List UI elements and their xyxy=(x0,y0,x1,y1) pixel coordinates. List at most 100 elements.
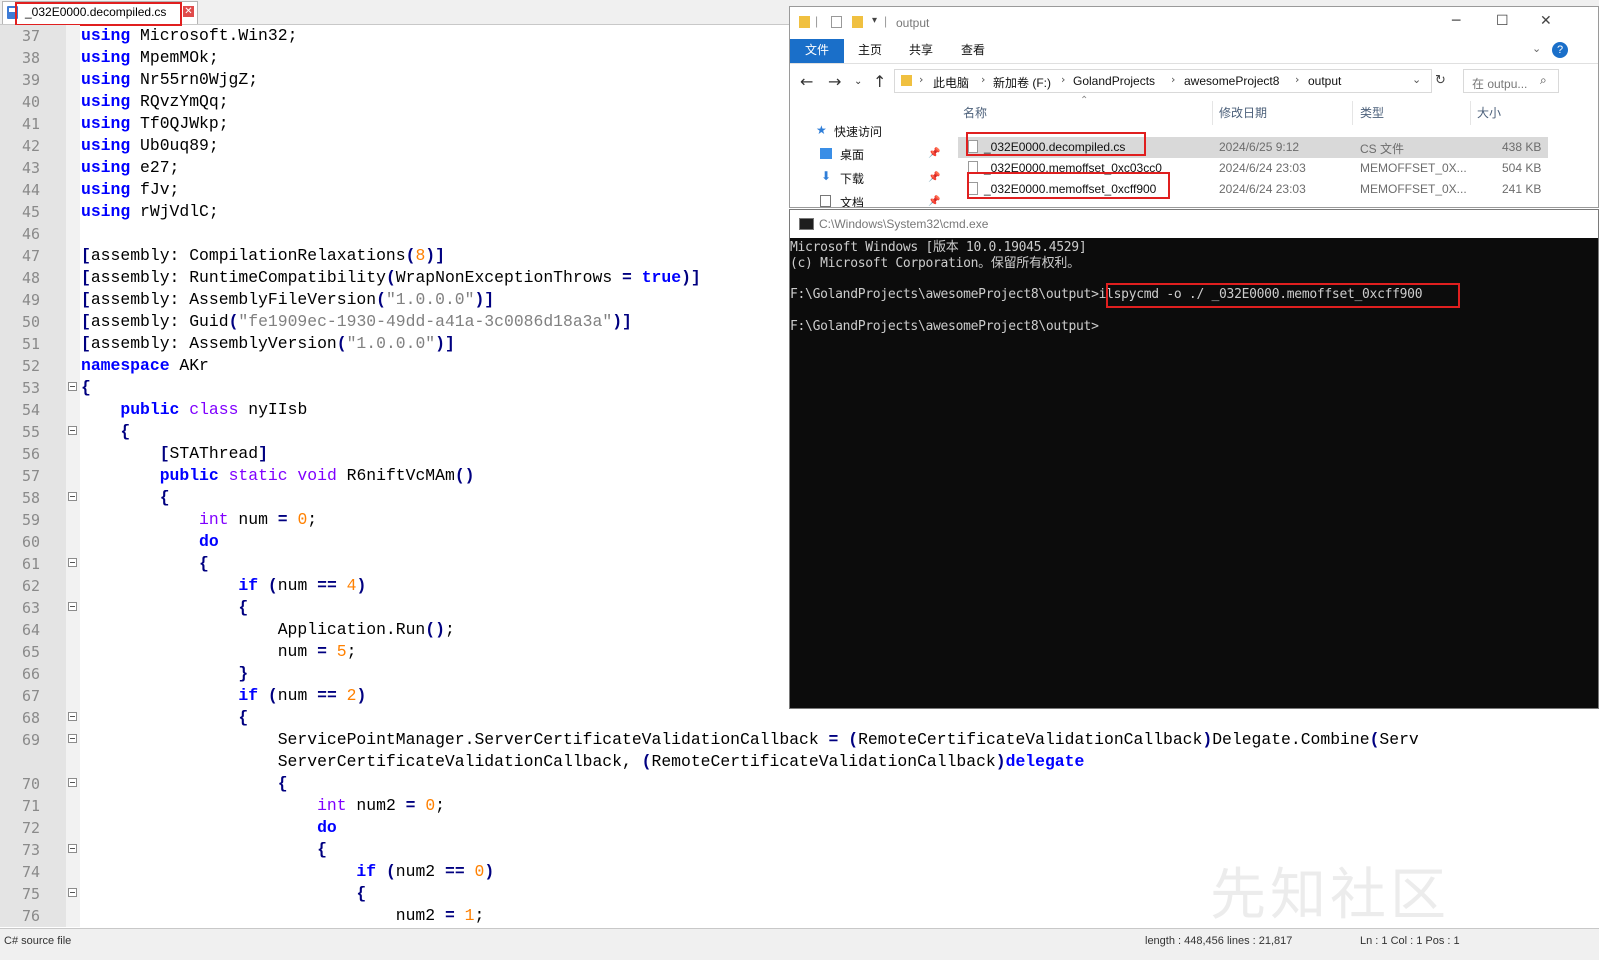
ribbon-expand-icon[interactable]: ⌄ xyxy=(1532,42,1541,55)
forward-arrow-icon[interactable]: → xyxy=(828,72,841,91)
code-token: [ xyxy=(81,312,91,331)
nav-downloads[interactable]: 下载 xyxy=(840,170,864,187)
fold-toggle-icon[interactable] xyxy=(68,778,77,787)
up-arrow-icon[interactable]: ↑ xyxy=(873,72,886,91)
column-type[interactable]: 类型 xyxy=(1360,104,1384,121)
breadcrumb-this-pc[interactable]: 此电脑 xyxy=(933,74,969,91)
fold-toggle-icon[interactable] xyxy=(68,712,77,721)
file-row[interactable]: _032E0000.memoffset_0xcff900 2024/6/24 2… xyxy=(958,179,1548,200)
fold-toggle-icon[interactable] xyxy=(68,734,77,743)
ribbon-tab-home[interactable]: 主页 xyxy=(858,39,882,63)
refresh-icon[interactable]: ↻ xyxy=(1435,73,1446,88)
file-row[interactable]: _032E0000.decompiled.cs 2024/6/25 9:12 C… xyxy=(958,137,1548,158)
cmd-window-title: C:\Windows\System32\cmd.exe xyxy=(819,217,989,231)
file-explorer-window[interactable]: | ▾ | output ─ ☐ ✕ 文件 主页 共享 查看 ⌄ ? ← → ⌄… xyxy=(789,6,1599,208)
code-text: using Tf0QJWkp; xyxy=(81,113,229,135)
code-token: do xyxy=(317,818,337,837)
recent-dropdown-icon[interactable]: ⌄ xyxy=(854,76,862,87)
code-text: [assembly: CompilationRelaxations(8)] xyxy=(81,245,445,267)
code-token: ( xyxy=(641,752,652,771)
code-token: ) xyxy=(356,576,367,595)
breadcrumb-drive[interactable]: 新加卷 (F:) xyxy=(993,74,1051,91)
code-token: if xyxy=(356,862,377,881)
cmd-command: ilspycmd -o ./ _032E0000.memoffset_0xcff… xyxy=(1098,287,1423,302)
pin-icon[interactable]: 📌 xyxy=(928,196,940,207)
minimize-icon[interactable]: ─ xyxy=(1452,13,1460,29)
code-text: using Microsoft.Win32; xyxy=(81,25,297,47)
line-number: 58 xyxy=(21,489,40,507)
cmd-window[interactable]: C:\Windows\System32\cmd.exe Microsoft Wi… xyxy=(789,209,1599,709)
breadcrumb-goland[interactable]: GolandProjects xyxy=(1073,74,1155,88)
fold-toggle-icon[interactable] xyxy=(68,426,77,435)
properties-icon[interactable] xyxy=(831,16,842,28)
address-field[interactable]: › 此电脑 › 新加卷 (F:) › GolandProjects › awes… xyxy=(894,69,1432,93)
breadcrumb-project[interactable]: awesomeProject8 xyxy=(1184,74,1279,88)
maximize-icon[interactable]: ☐ xyxy=(1496,13,1509,29)
fold-toggle-icon[interactable] xyxy=(68,492,77,501)
column-name[interactable]: 名称 xyxy=(963,104,987,121)
nav-desktop[interactable]: 桌面 xyxy=(840,146,864,163)
line-number: 72 xyxy=(21,819,40,837)
ribbon-tab-view[interactable]: 查看 xyxy=(961,39,985,63)
pin-icon[interactable]: 📌 xyxy=(928,148,940,159)
code-line[interactable]: ServerCertificateValidationCallback, (Re… xyxy=(0,751,1599,773)
code-token: rWjVdlC; xyxy=(130,202,219,221)
back-arrow-icon[interactable]: ← xyxy=(800,72,813,91)
desktop-icon xyxy=(820,148,832,159)
line-number: 45 xyxy=(21,203,40,221)
quick-access-dropdown-icon[interactable]: ▾ xyxy=(872,15,877,26)
file-type: MEMOFFSET_0X... xyxy=(1360,161,1467,175)
code-token: [ xyxy=(81,268,91,287)
code-line[interactable]: 69 ServicePointManager.ServerCertificate… xyxy=(0,729,1599,751)
code-token: true xyxy=(641,268,682,287)
ribbon-tab-share[interactable]: 共享 xyxy=(909,39,933,63)
code-text: using rWjVdlC; xyxy=(81,201,219,223)
fold-toggle-icon[interactable] xyxy=(68,602,77,611)
code-text: int num = 0; xyxy=(81,509,317,531)
nav-quick-access[interactable]: 快速访问 xyxy=(834,123,882,140)
code-line[interactable]: 70 { xyxy=(0,773,1599,795)
help-icon[interactable]: ? xyxy=(1552,42,1568,58)
close-icon[interactable]: ✕ xyxy=(1540,13,1552,29)
editor-tab[interactable]: _032E0000.decompiled.cs ✕ xyxy=(2,1,198,24)
code-token: ] xyxy=(258,444,268,463)
tab-close-icon[interactable]: ✕ xyxy=(183,6,194,17)
new-folder-icon[interactable] xyxy=(852,16,863,28)
line-number: 66 xyxy=(21,665,40,683)
column-date[interactable]: 修改日期 xyxy=(1219,104,1267,121)
fold-toggle-icon[interactable] xyxy=(68,844,77,853)
code-text: using Nr55rn0WjgZ; xyxy=(81,69,258,91)
code-line[interactable]: 68 { xyxy=(0,707,1599,729)
breadcrumb-output[interactable]: output xyxy=(1308,74,1341,88)
pin-icon[interactable]: 📌 xyxy=(928,172,940,183)
ribbon-tab-file[interactable]: 文件 xyxy=(790,39,844,63)
file-name: _032E0000.decompiled.cs xyxy=(984,140,1126,154)
code-token: Delegate.Combine xyxy=(1212,730,1370,749)
line-number: 75 xyxy=(21,885,40,903)
code-token: num xyxy=(228,510,278,529)
line-number: 39 xyxy=(21,71,40,89)
line-number: 73 xyxy=(21,841,40,859)
code-text: num2 = 1; xyxy=(81,905,485,927)
code-line[interactable]: 71 int num2 = 0; xyxy=(0,795,1599,817)
line-number: 40 xyxy=(21,93,40,111)
code-token: ( xyxy=(385,268,396,287)
fold-toggle-icon[interactable] xyxy=(68,382,77,391)
code-line[interactable]: 72 do xyxy=(0,817,1599,839)
column-size[interactable]: 大小 xyxy=(1477,104,1501,121)
fold-toggle-icon[interactable] xyxy=(68,888,77,897)
address-dropdown-icon[interactable]: ⌄ xyxy=(1412,73,1421,86)
search-field[interactable]: 在 outpu... ⌕ xyxy=(1463,69,1559,93)
code-text: { xyxy=(81,377,91,399)
line-number: 43 xyxy=(21,159,40,177)
file-row[interactable]: _032E0000.memoffset_0xc03cc0 2024/6/24 2… xyxy=(958,158,1548,179)
code-token: num xyxy=(277,576,318,595)
line-number: 63 xyxy=(21,599,40,617)
code-token: namespace xyxy=(81,356,170,375)
cmd-prompt-line[interactable]: F:\GolandProjects\awesomeProject8\output… xyxy=(790,319,1099,335)
fold-toggle-icon[interactable] xyxy=(68,558,77,567)
nav-documents[interactable]: 文档 xyxy=(840,194,864,207)
code-text: if (num == 2) xyxy=(81,685,366,707)
code-token: num2 xyxy=(346,796,406,815)
